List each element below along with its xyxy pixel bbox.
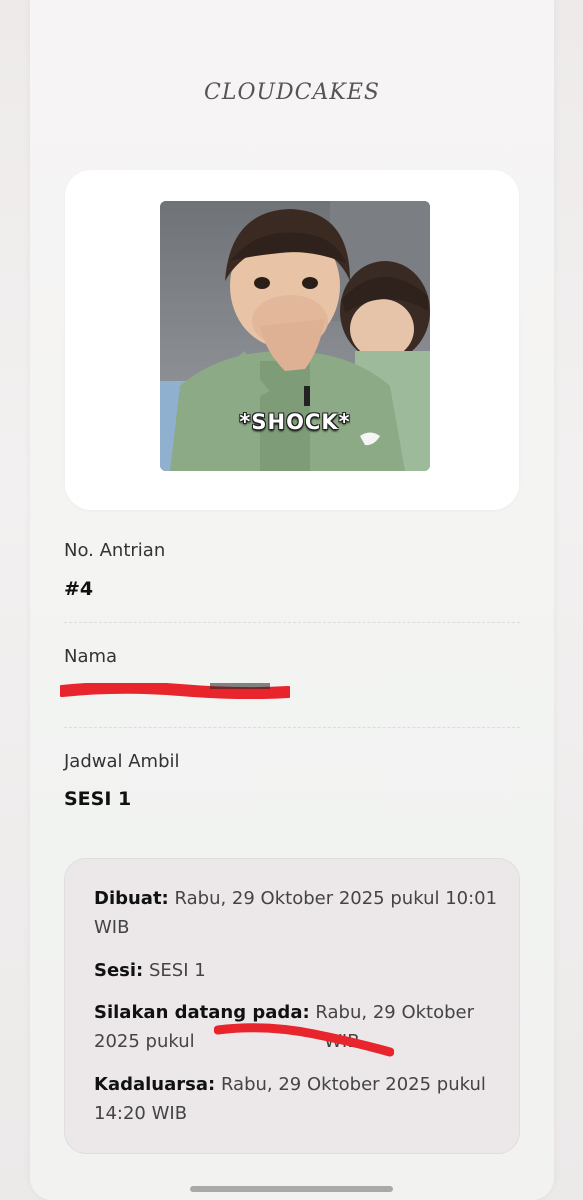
queue-label: No. Antrian xyxy=(64,540,166,561)
photo-caption: *SHOCK* xyxy=(239,410,351,434)
home-indicator-bar[interactable] xyxy=(190,1186,393,1192)
session-value: SESI 1 xyxy=(149,960,206,981)
divider xyxy=(64,727,520,728)
redacted-name-scribble xyxy=(60,683,290,699)
schedule-label: Jadwal Ambil xyxy=(64,751,180,772)
schedule-value: SESI 1 xyxy=(64,788,132,810)
created-label: Dibuat: xyxy=(94,888,169,909)
ticket-card: CLOUDCAKES *SHOCK* No. Antrian #4 Nama J… xyxy=(30,0,554,1200)
info-box: Dibuat: Rabu, 29 Oktober 2025 pukul 10:0… xyxy=(64,858,520,1154)
session-info: Sesi: SESI 1 xyxy=(94,956,504,985)
redacted-time-scribble xyxy=(214,1023,394,1057)
expire-info: Kadaluarsa: Rabu, 29 Oktober 2025 pukul … xyxy=(94,1070,504,1128)
name-label: Nama xyxy=(64,646,118,667)
photo-frame: *SHOCK* xyxy=(65,170,519,510)
divider xyxy=(64,622,520,623)
brand-title: CLOUDCAKES xyxy=(204,80,380,105)
page: CLOUDCAKES *SHOCK* No. Antrian #4 Nama J… xyxy=(0,0,583,1200)
queue-number: #4 xyxy=(64,578,94,600)
reaction-photo: *SHOCK* xyxy=(160,201,430,471)
created-info: Dibuat: Rabu, 29 Oktober 2025 pukul 10:0… xyxy=(94,884,504,942)
session-label: Sesi: xyxy=(94,960,144,981)
expire-label: Kadaluarsa: xyxy=(94,1074,216,1095)
